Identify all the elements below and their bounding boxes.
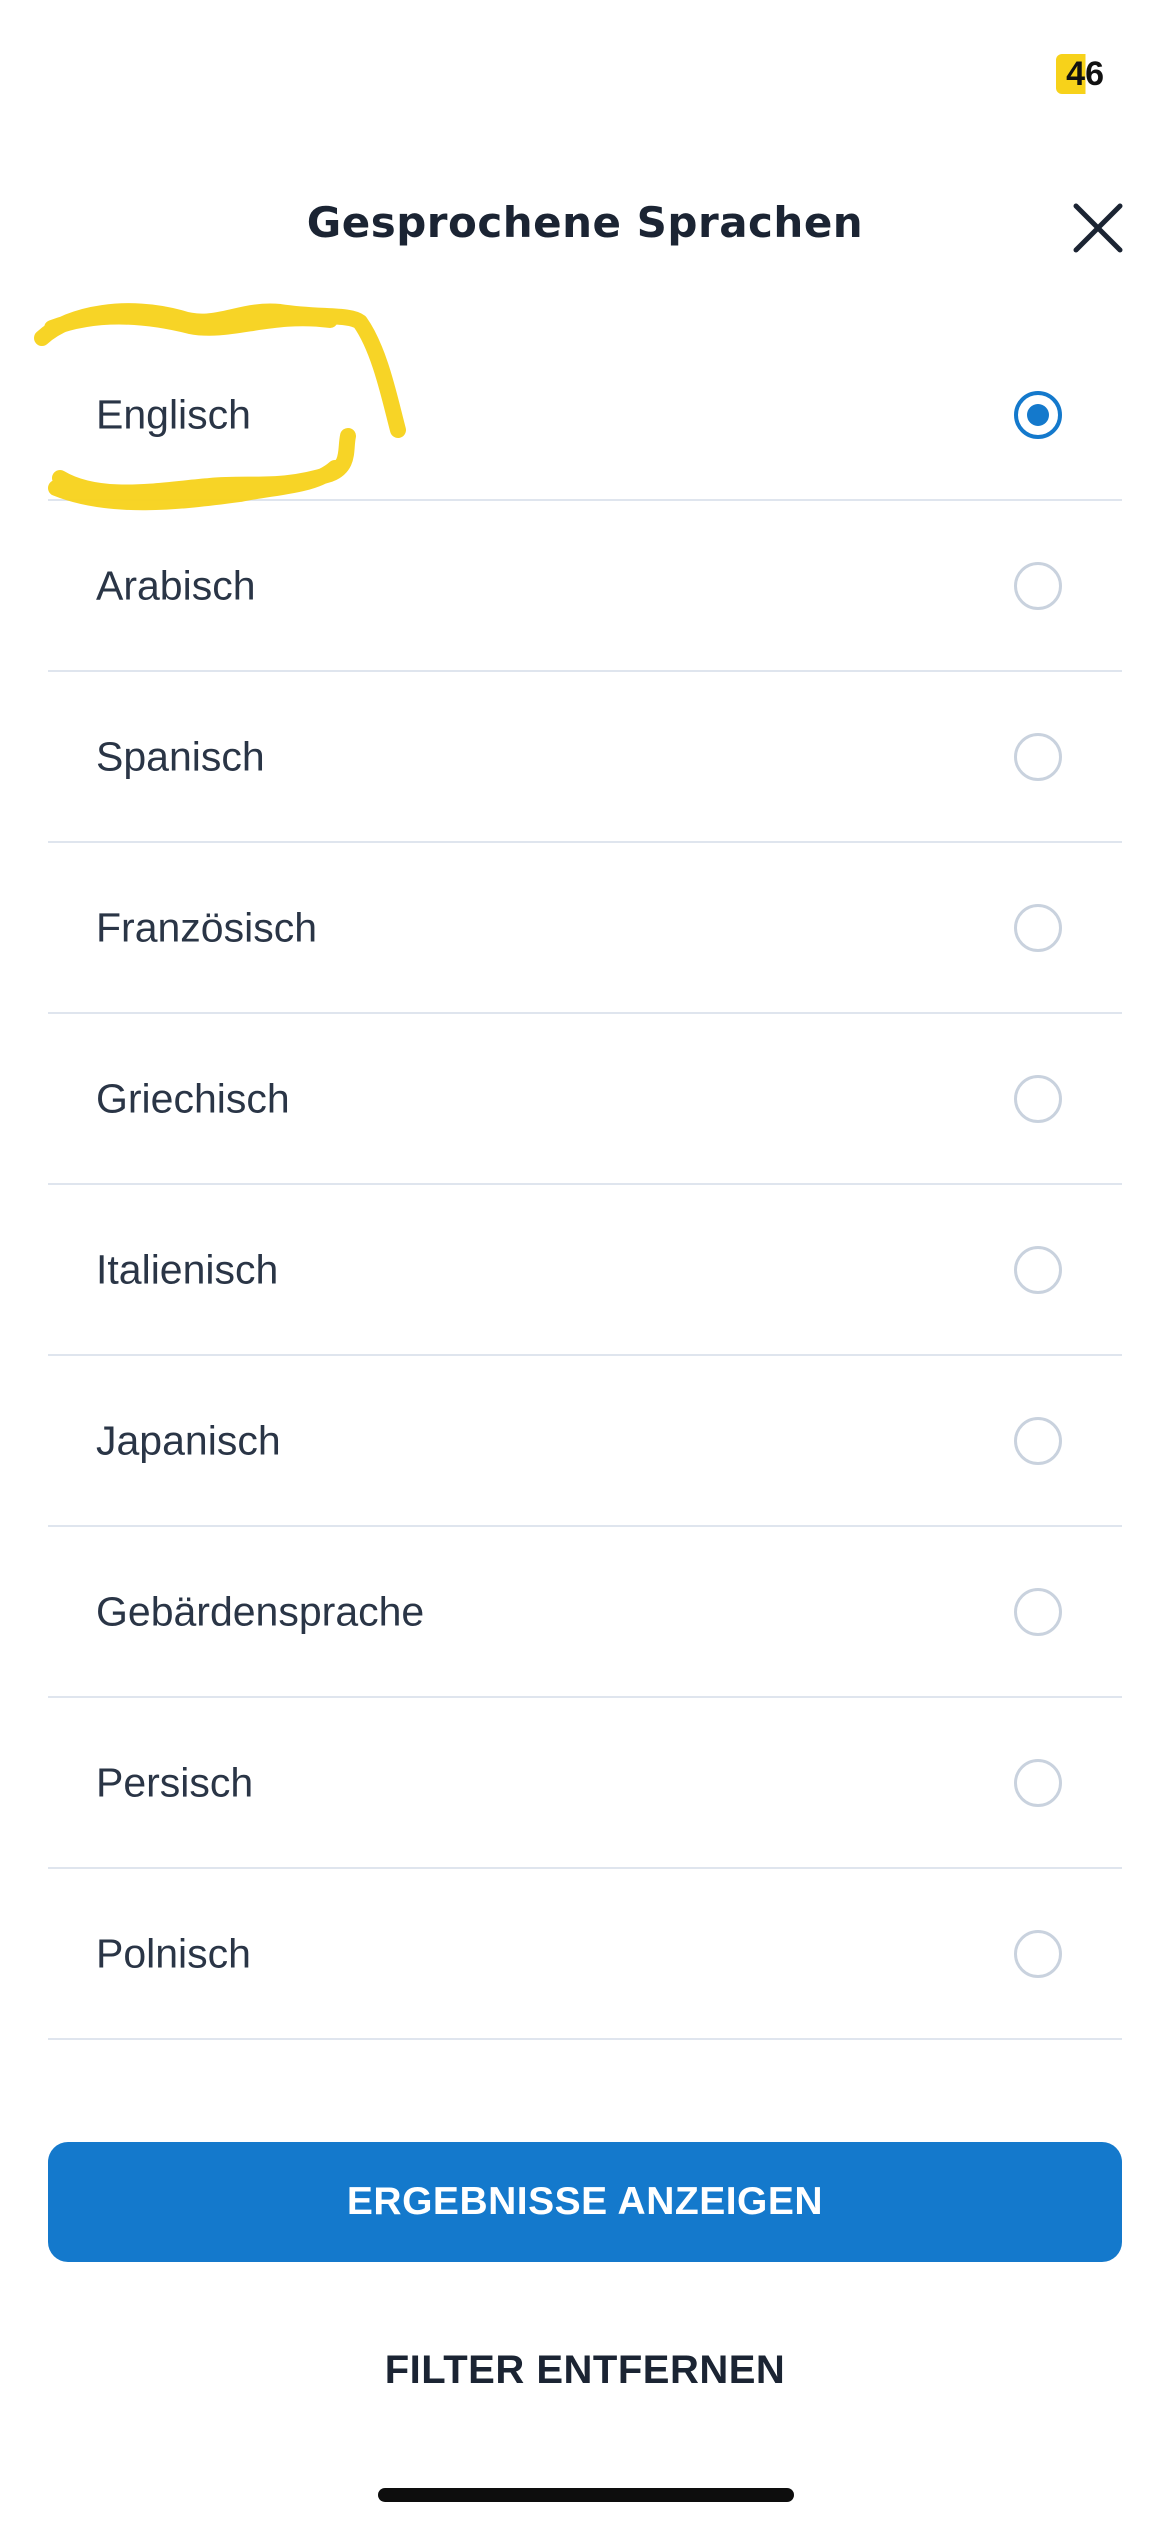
radio-unselected[interactable] [1014,1416,1062,1465]
radio-unselected[interactable] [1014,561,1062,610]
language-option-persisch[interactable]: Persisch [48,1698,1122,1869]
show-results-button[interactable]: ERGEBNISSE ANZEIGEN [48,2142,1122,2262]
language-label: Gebärdensprache [96,1588,425,1634]
radio-unselected[interactable] [1014,1929,1062,1978]
radio-selected[interactable] [1014,390,1062,439]
language-filter-screen: 46 Gesprochene Sprachen Englisch Arabisc… [0,0,1170,2532]
language-option-arabisch[interactable]: Arabisch [48,501,1122,672]
radio-unselected[interactable] [1014,1245,1062,1294]
status-badge: 46 [1056,54,1110,94]
close-icon [1073,203,1123,253]
radio-unselected[interactable] [1014,1758,1062,1807]
status-bar: 46 [0,0,1170,150]
language-option-franzoesisch[interactable]: Französisch [48,843,1122,1014]
language-option-griechisch[interactable]: Griechisch [48,1014,1122,1185]
close-button[interactable] [1062,192,1134,264]
page-title: Gesprochene Sprachen [306,198,864,247]
language-list: Englisch Arabisch Spanisch Französisch G… [48,330,1122,2040]
language-label: Englisch [96,391,251,437]
language-label: Spanisch [96,733,265,779]
radio-unselected[interactable] [1014,732,1062,781]
language-label: Französisch [96,904,318,950]
modal-header: Gesprochene Sprachen [0,170,1170,280]
language-label: Arabisch [96,562,256,608]
language-label: Persisch [96,1759,254,1805]
language-option-japanisch[interactable]: Japanisch [48,1356,1122,1527]
home-indicator [378,2488,794,2502]
language-label: Italienisch [96,1246,279,1292]
language-label: Polnisch [96,1930,251,1976]
radio-unselected[interactable] [1014,903,1062,952]
remove-filter-button[interactable]: FILTER ENTFERNEN [0,2320,1170,2420]
language-option-italienisch[interactable]: Italienisch [48,1185,1122,1356]
radio-unselected[interactable] [1014,1074,1062,1123]
language-label: Griechisch [96,1075,290,1121]
language-option-polnisch[interactable]: Polnisch [48,1869,1122,2040]
language-option-spanisch[interactable]: Spanisch [48,672,1122,843]
radio-unselected[interactable] [1014,1587,1062,1636]
language-option-gebaerdensprache[interactable]: Gebärdensprache [48,1527,1122,1698]
language-label: Japanisch [96,1417,281,1463]
language-option-englisch[interactable]: Englisch [48,330,1122,501]
